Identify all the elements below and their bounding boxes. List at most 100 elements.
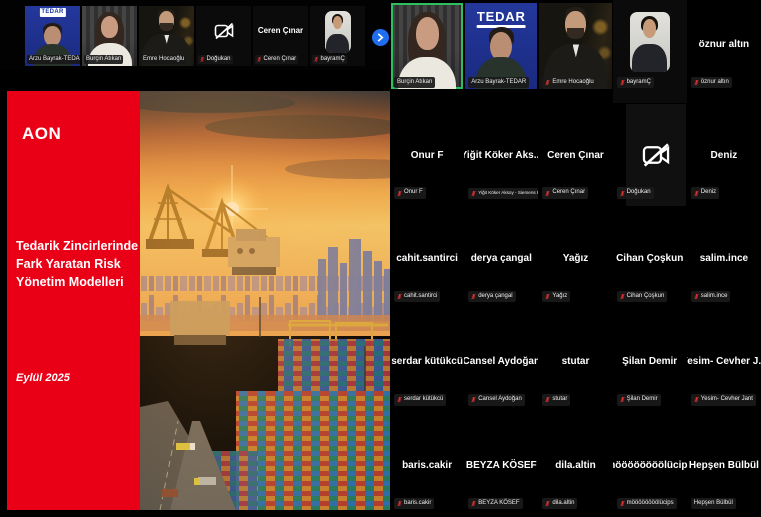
participant-label: Cansel Aydoğan	[468, 394, 525, 406]
participant-tile-yigit[interactable]: Yiğit Köker Aks... Yiğit Köker Aksoy - S…	[464, 103, 538, 206]
avatar	[630, 12, 670, 72]
participant-label: Doğukan	[198, 55, 233, 65]
participant-label: Cihan Çoşkun	[617, 291, 668, 303]
shared-screen-slide: AON Tedarik Zincirlerinde Fark Yaratan R…	[7, 91, 390, 510]
mic-muted-icon	[620, 79, 625, 86]
participant-label: Arzu Bayrak-TEDAR	[27, 55, 80, 65]
slide-red-panel: AON Tedarik Zincirlerinde Fark Yaratan R…	[7, 91, 140, 510]
mic-muted-icon	[397, 293, 402, 300]
participant-tile-arzu[interactable]: TEDAR Arzu Bayrak-TEDAR	[464, 0, 538, 103]
participant-tile-dogukan[interactable]: Doğukan	[196, 6, 251, 66]
participant-label: Yesim- Cevher Jant	[691, 394, 756, 406]
participant-tile-salim[interactable]: salim.ince salim.ince	[687, 207, 761, 310]
participant-label: bayramÇ	[617, 77, 654, 89]
participant-tile-derya[interactable]: derya çangal derya çangal	[464, 207, 538, 310]
participant-tile-stutar[interactable]: stutar stutar	[538, 310, 612, 413]
mic-muted-icon	[620, 500, 625, 507]
chevron-right-icon	[376, 33, 385, 42]
participant-label: Emre Hocaoğlu	[542, 77, 596, 89]
participant-tile-oznur[interactable]: öznur altın öznur altın	[687, 0, 761, 103]
participant-label: Ceren Çınar	[542, 187, 588, 199]
participant-gallery: Burçin Atıkan TEDAR Arzu Bayrak-TEDAR Em…	[390, 0, 761, 517]
participant-tile-molucips[interactable]: möööööööölücips möööööööölücips	[613, 414, 687, 517]
mic-muted-icon	[620, 293, 625, 300]
mic-muted-icon	[471, 293, 476, 300]
camera-off-icon	[212, 19, 236, 43]
slide-title: Tedarik Zincirlerinde Fark Yaratan Risk …	[16, 237, 138, 291]
participant-tile-cahit[interactable]: cahit.santirci cahit.santirci	[390, 207, 464, 310]
participant-label: Burçin Atıkan	[394, 77, 435, 89]
participant-tile-burcin[interactable]: Burçin Atıkan	[390, 0, 464, 103]
participant-tile-serdar[interactable]: serdar kütükcü serdar kütükcü	[390, 310, 464, 413]
participant-label: Deniz	[691, 187, 719, 199]
filmstrip-row: TEDAR Arzu Bayrak-TEDAR Burçin Atıkan	[25, 6, 365, 66]
participant-label: möööööööölücips	[617, 498, 677, 510]
participant-tile-cansel[interactable]: Cansel Aydoğan Cansel Aydoğan	[464, 310, 538, 413]
participant-label: Şilan Demir	[617, 394, 661, 406]
meeting-window: TEDAR Arzu Bayrak-TEDAR Burçin Atıkan	[0, 0, 761, 517]
mic-muted-icon	[620, 396, 625, 403]
participant-label: cahit.santirci	[394, 291, 440, 303]
participant-label: dila.altin	[542, 498, 577, 510]
participant-tile-onur[interactable]: Onur F Onur F	[390, 103, 464, 206]
mic-muted-icon	[471, 500, 476, 507]
participant-label: Burçin Atıkan	[84, 55, 123, 65]
participant-tile-silan[interactable]: Şilan Demir Şilan Demir	[613, 310, 687, 413]
mic-muted-icon	[694, 79, 699, 86]
participant-label: Emre Hocaoğlu	[141, 55, 186, 65]
mic-muted-icon	[545, 190, 550, 197]
aon-logo: AON	[22, 124, 61, 144]
mic-muted-icon	[545, 500, 550, 507]
participant-tile-emre[interactable]: Emre Hocaoğlu	[139, 6, 194, 66]
participant-label: Yağız	[542, 291, 570, 303]
participant-label: BEYZA KÖSEF	[468, 498, 522, 510]
participant-tile-burcin[interactable]: Burçin Atıkan	[82, 6, 137, 66]
mic-muted-icon	[200, 56, 205, 63]
mic-muted-icon	[397, 396, 402, 403]
port-photo	[140, 91, 390, 510]
port-sunset-photo	[140, 91, 390, 510]
camera-off-icon	[639, 138, 673, 172]
mic-muted-icon	[471, 190, 476, 197]
participant-label: Onur F	[394, 187, 426, 199]
participant-label: Ceren Çınar	[255, 55, 298, 65]
mic-muted-icon	[545, 79, 550, 86]
mic-muted-icon	[545, 293, 550, 300]
participant-tile-beyza[interactable]: BEYZA KÖSEF BEYZA KÖSEF	[464, 414, 538, 517]
filmstrip: TEDAR Arzu Bayrak-TEDAR Burçin Atıkan	[0, 0, 390, 70]
mic-muted-icon	[314, 56, 319, 63]
mic-muted-icon	[397, 500, 402, 507]
more-participants-button[interactable]	[372, 29, 389, 46]
participant-label: stutar	[542, 394, 570, 406]
participant-tile-yagiz[interactable]: Yağız Yağız	[538, 207, 612, 310]
participant-tile-yesim[interactable]: Yesim- Cevher J... Yesim- Cevher Jant	[687, 310, 761, 413]
participant-label: Arzu Bayrak-TEDAR	[468, 77, 529, 89]
mic-muted-icon	[694, 293, 699, 300]
mic-muted-icon	[397, 190, 402, 197]
participant-label: Yiğit Köker Aksoy - Siemens Energy	[468, 188, 538, 199]
participant-tile-bayram[interactable]: bayramÇ	[310, 6, 365, 66]
participant-tile-dila[interactable]: dila.altin dila.altin	[538, 414, 612, 517]
participant-label: derya çangal	[468, 291, 515, 303]
participant-label: baris.cakir	[394, 498, 434, 510]
participant-tile-deniz[interactable]: Deniz Deniz	[687, 103, 761, 206]
participant-tile-baris[interactable]: baris.cakir baris.cakir	[390, 414, 464, 517]
slide-date: Eylül 2025	[16, 372, 70, 384]
participant-tile-ceren[interactable]: Ceren Çınar Ceren Çınar	[538, 103, 612, 206]
participant-tile-bayram[interactable]: bayramÇ	[613, 0, 687, 103]
participant-tile-emre[interactable]: Emre Hocaoğlu	[538, 0, 612, 103]
mic-muted-icon	[257, 56, 262, 63]
participant-tile-ceren[interactable]: Ceren Çınar Ceren Çınar	[253, 6, 308, 66]
mic-muted-icon	[694, 190, 699, 197]
participant-label: öznur altın	[691, 77, 732, 89]
participant-label: Doğukan	[617, 187, 654, 199]
participant-name: Ceren Çınar	[253, 6, 308, 54]
participant-tile-cihan[interactable]: Cihan Çoşkun Cihan Çoşkun	[613, 207, 687, 310]
participant-name: öznur altın	[687, 0, 761, 89]
mic-muted-icon	[471, 396, 476, 403]
mic-muted-icon	[620, 190, 625, 197]
participant-tile-dogukan[interactable]: Doğukan	[613, 103, 687, 206]
participant-tile-hepsen[interactable]: Hepşen Bülbül Hepşen Bülbül	[687, 414, 761, 517]
participant-tile-arzu[interactable]: TEDAR Arzu Bayrak-TEDAR	[25, 6, 80, 66]
participant-label: serdar kütükcü	[394, 394, 446, 406]
